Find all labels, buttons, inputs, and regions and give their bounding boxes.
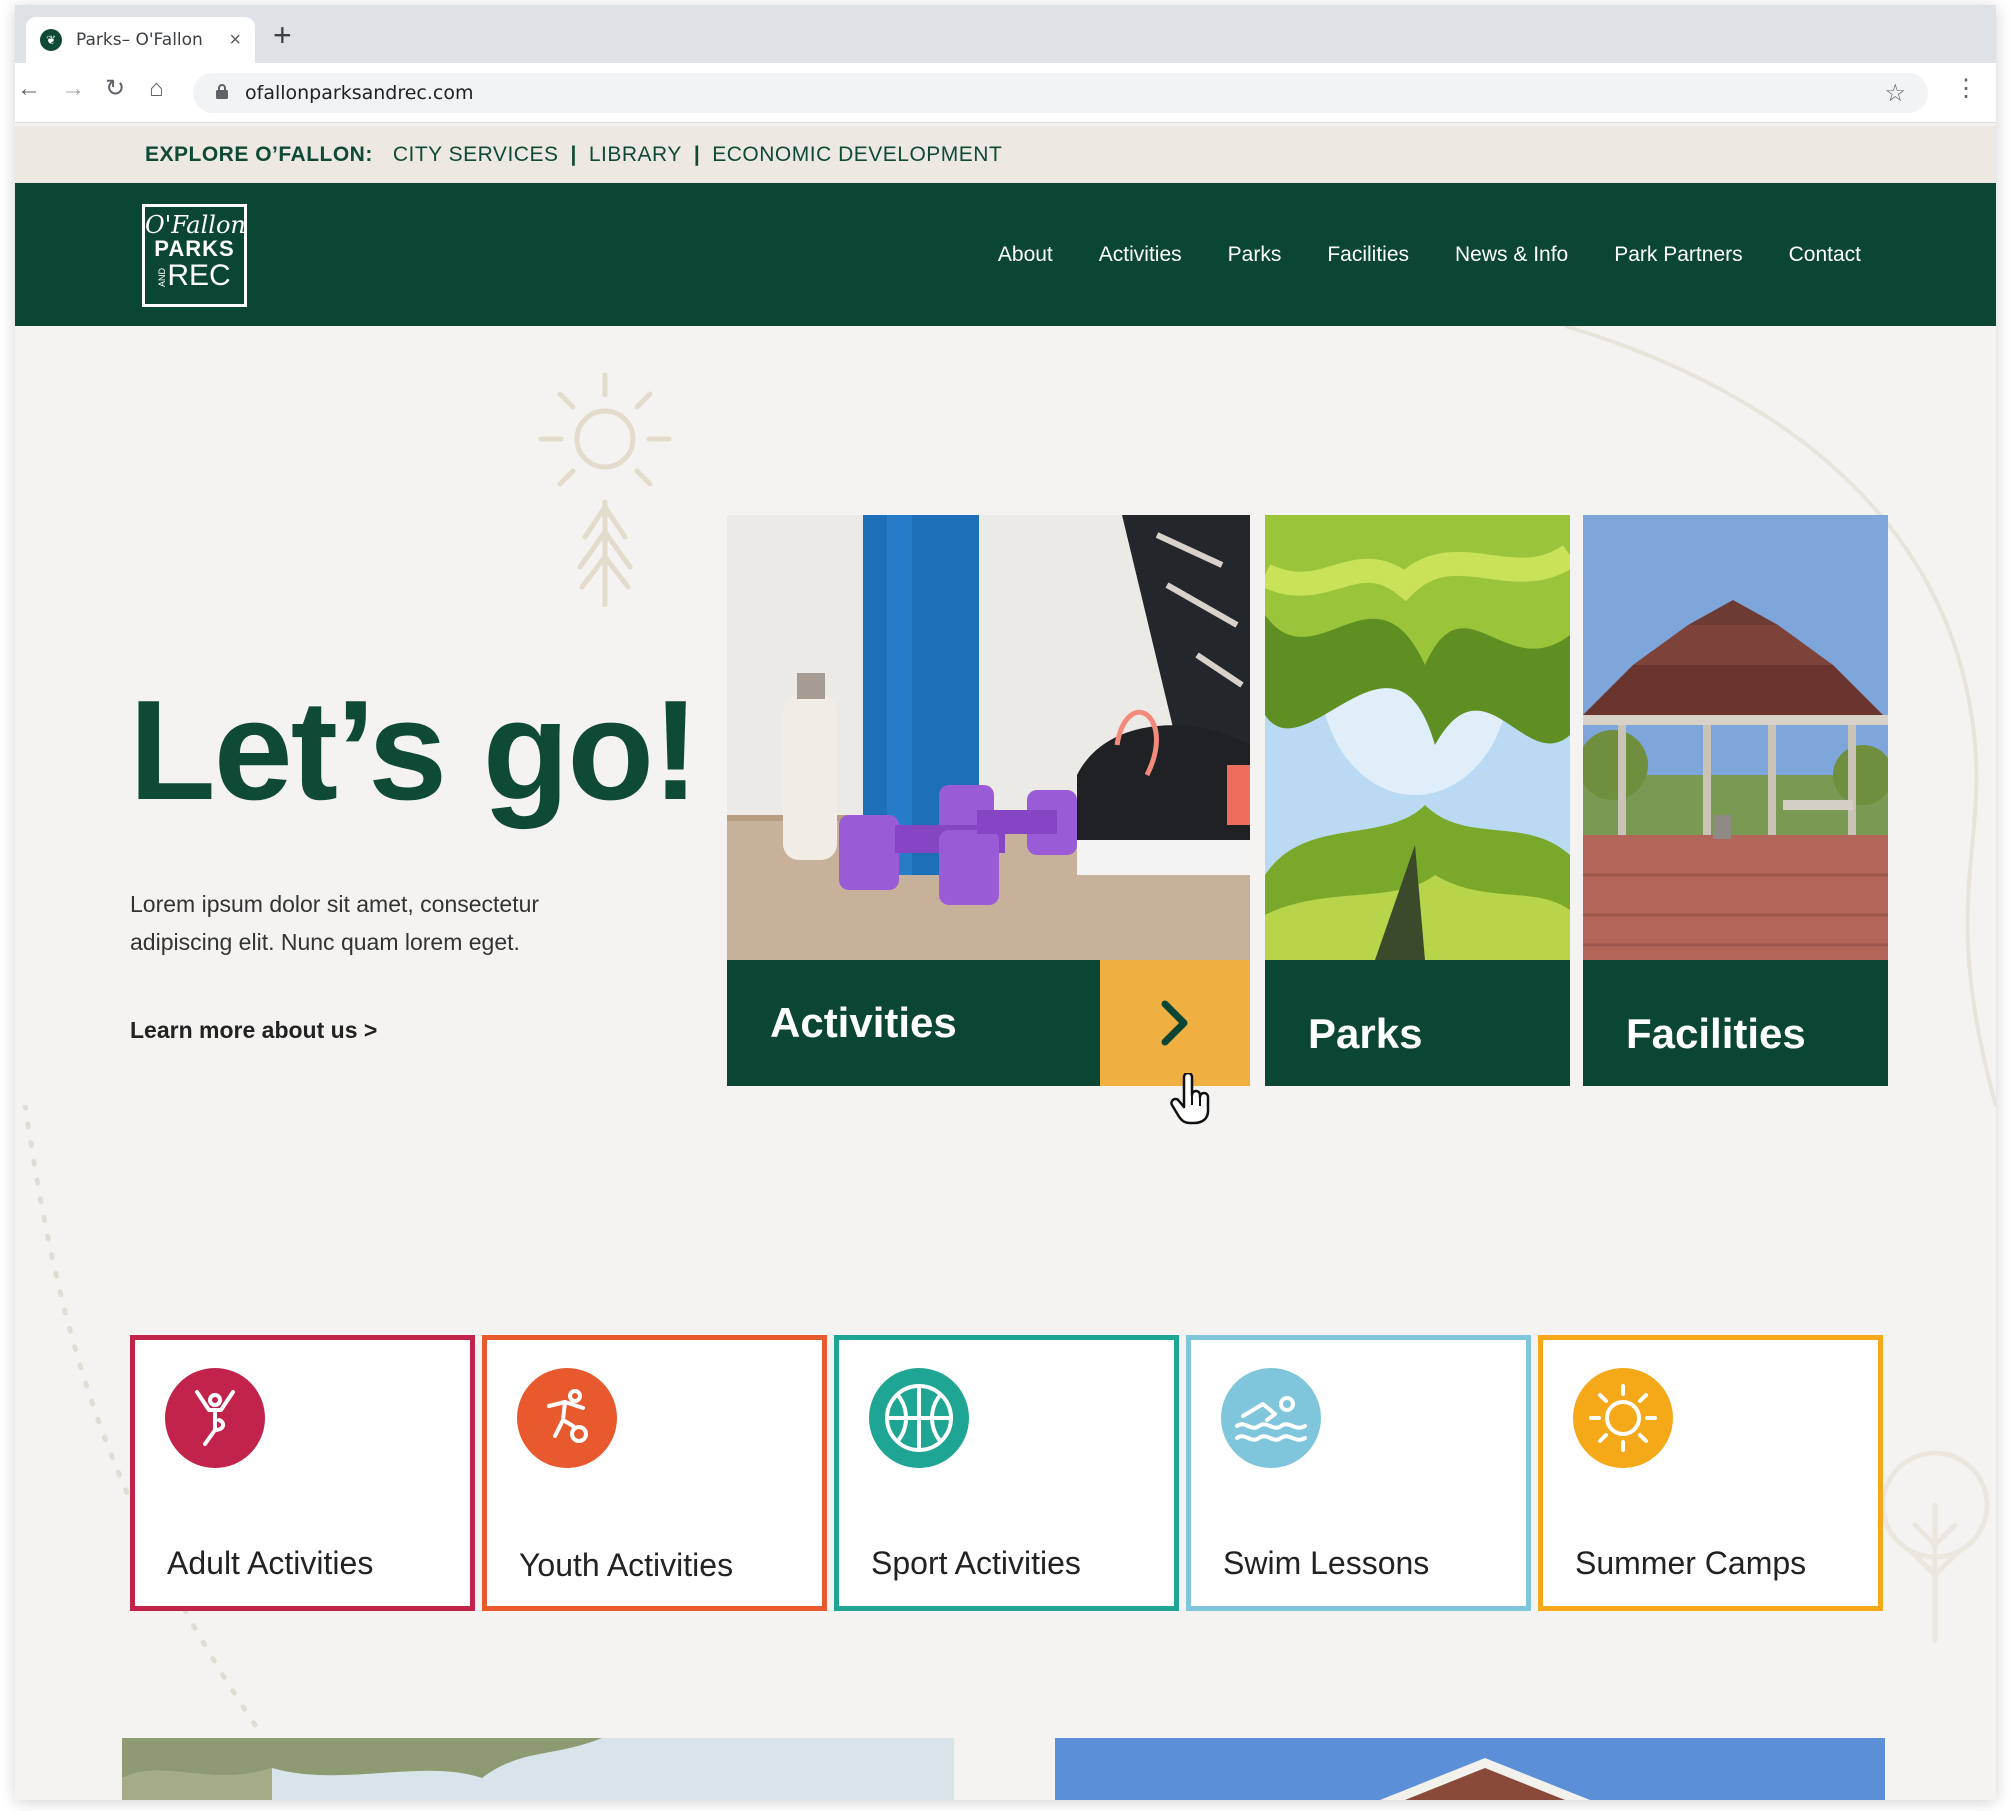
- sun-icon: [1573, 1368, 1673, 1468]
- pavilion-photo: [1583, 515, 1888, 960]
- logo-parks: PARKS: [154, 236, 235, 261]
- tile-label: Summer Camps: [1575, 1545, 1807, 1581]
- hero-text: Lorem ipsum dolor sit amet, consectetur …: [130, 891, 540, 955]
- yoga-icon: [165, 1368, 265, 1468]
- explore-bar: EXPLORE O’FALLON: CITY SERVICES | LIBRAR…: [15, 126, 1996, 183]
- tile-label: Adult Activities: [167, 1545, 374, 1581]
- separator: |: [693, 142, 701, 166]
- nav-parks[interactable]: Parks: [1228, 243, 1282, 267]
- url-text: ofallonparksandrec.com: [245, 82, 474, 104]
- nav-about[interactable]: About: [998, 243, 1053, 267]
- chevron-right-icon[interactable]: [1100, 960, 1250, 1086]
- back-button[interactable]: ←: [17, 77, 41, 101]
- nav-park-partners[interactable]: Park Partners: [1614, 243, 1742, 267]
- tab-strip: ❦ Parks– O'Fallon × +: [15, 5, 1996, 63]
- learn-more-link[interactable]: Learn more about us >: [130, 1017, 377, 1044]
- tree-decoration-icon: [1880, 1450, 1990, 1643]
- sun-tree-decoration-icon: [538, 372, 672, 607]
- nav-activities[interactable]: Activities: [1099, 243, 1182, 267]
- tile-summer-camps[interactable]: Summer Camps: [1538, 1335, 1883, 1611]
- browser-tab[interactable]: ❦ Parks– O'Fallon ×: [26, 17, 255, 63]
- tile-adult-activities[interactable]: Adult Activities: [130, 1335, 475, 1611]
- tile-swim-lessons[interactable]: Swim Lessons: [1186, 1335, 1531, 1611]
- explore-label: EXPLORE O’FALLON:: [145, 142, 373, 166]
- tab-title: Parks– O'Fallon: [76, 30, 203, 50]
- facilities-card[interactable]: Facilities: [1583, 515, 1888, 1086]
- lock-icon: [215, 83, 229, 103]
- browser-window: ❦ Parks– O'Fallon × + ← → ↻ ⌂ ofallonpar…: [15, 5, 1996, 1800]
- nav-facilities[interactable]: Facilities: [1327, 243, 1409, 267]
- fitness-photo: [727, 515, 1250, 960]
- close-tab-icon[interactable]: ×: [229, 29, 241, 52]
- site-header: O'Fallon PARKS ANDREC About Activities P…: [15, 183, 1996, 326]
- tile-label: Youth Activities: [519, 1547, 734, 1583]
- new-tab-button[interactable]: +: [273, 19, 292, 51]
- bottom-photo-right: [1055, 1738, 1885, 1800]
- basketball-icon: [869, 1368, 969, 1468]
- logo-script: O'Fallon: [145, 211, 246, 239]
- toolbar: ← → ↻ ⌂ ofallonparksandrec.com ☆ ⋮: [15, 63, 1996, 123]
- forward-button[interactable]: →: [61, 77, 85, 101]
- parks-card-footer: Parks: [1265, 960, 1570, 1086]
- nav-contact[interactable]: Contact: [1789, 243, 1861, 267]
- reload-button[interactable]: ↻: [105, 77, 125, 101]
- tile-youth-activities[interactable]: Youth Activities: [482, 1335, 827, 1611]
- activities-card[interactable]: Activities: [727, 515, 1250, 1086]
- browser-menu-icon[interactable]: ⋮: [1954, 77, 1978, 101]
- facilities-card-footer: Facilities: [1583, 960, 1888, 1086]
- separator: |: [570, 142, 577, 166]
- explore-link-economic-development[interactable]: ECONOMIC DEVELOPMENT: [712, 143, 1002, 167]
- logo-and: AND: [157, 267, 168, 287]
- tile-label: Swim Lessons: [1223, 1545, 1430, 1581]
- activities-card-label: Activities: [770, 999, 957, 1046]
- parks-card-label: Parks: [1308, 1010, 1423, 1057]
- leaf-favicon-icon: ❦: [40, 29, 62, 51]
- main-nav: About Activities Parks Facilities News &…: [998, 183, 1861, 326]
- tile-label: Sport Activities: [871, 1545, 1081, 1581]
- parks-card[interactable]: Parks: [1265, 515, 1570, 1086]
- tile-sport-activities[interactable]: Sport Activities: [834, 1335, 1179, 1611]
- hand-cursor-icon: [1170, 1073, 1210, 1125]
- facilities-card-label: Facilities: [1626, 1010, 1806, 1057]
- tree-canopy-photo: [1265, 515, 1570, 960]
- logo-rec: ANDREC: [145, 261, 244, 291]
- home-button[interactable]: ⌂: [149, 77, 164, 101]
- hero-title: Let’s go!: [129, 671, 699, 830]
- swimmer-icon: [1221, 1368, 1321, 1468]
- nav-news-info[interactable]: News & Info: [1455, 243, 1568, 267]
- soccer-icon: [517, 1368, 617, 1468]
- address-bar[interactable]: ofallonparksandrec.com ☆: [193, 73, 1928, 113]
- explore-link-library[interactable]: LIBRARY: [589, 143, 682, 167]
- bottom-photo-left: [122, 1738, 954, 1800]
- explore-link-city-services[interactable]: CITY SERVICES: [393, 143, 559, 167]
- bookmark-star-icon[interactable]: ☆: [1884, 79, 1906, 108]
- logo-rec-text: REC: [167, 259, 231, 293]
- site-logo[interactable]: O'Fallon PARKS ANDREC: [142, 204, 247, 307]
